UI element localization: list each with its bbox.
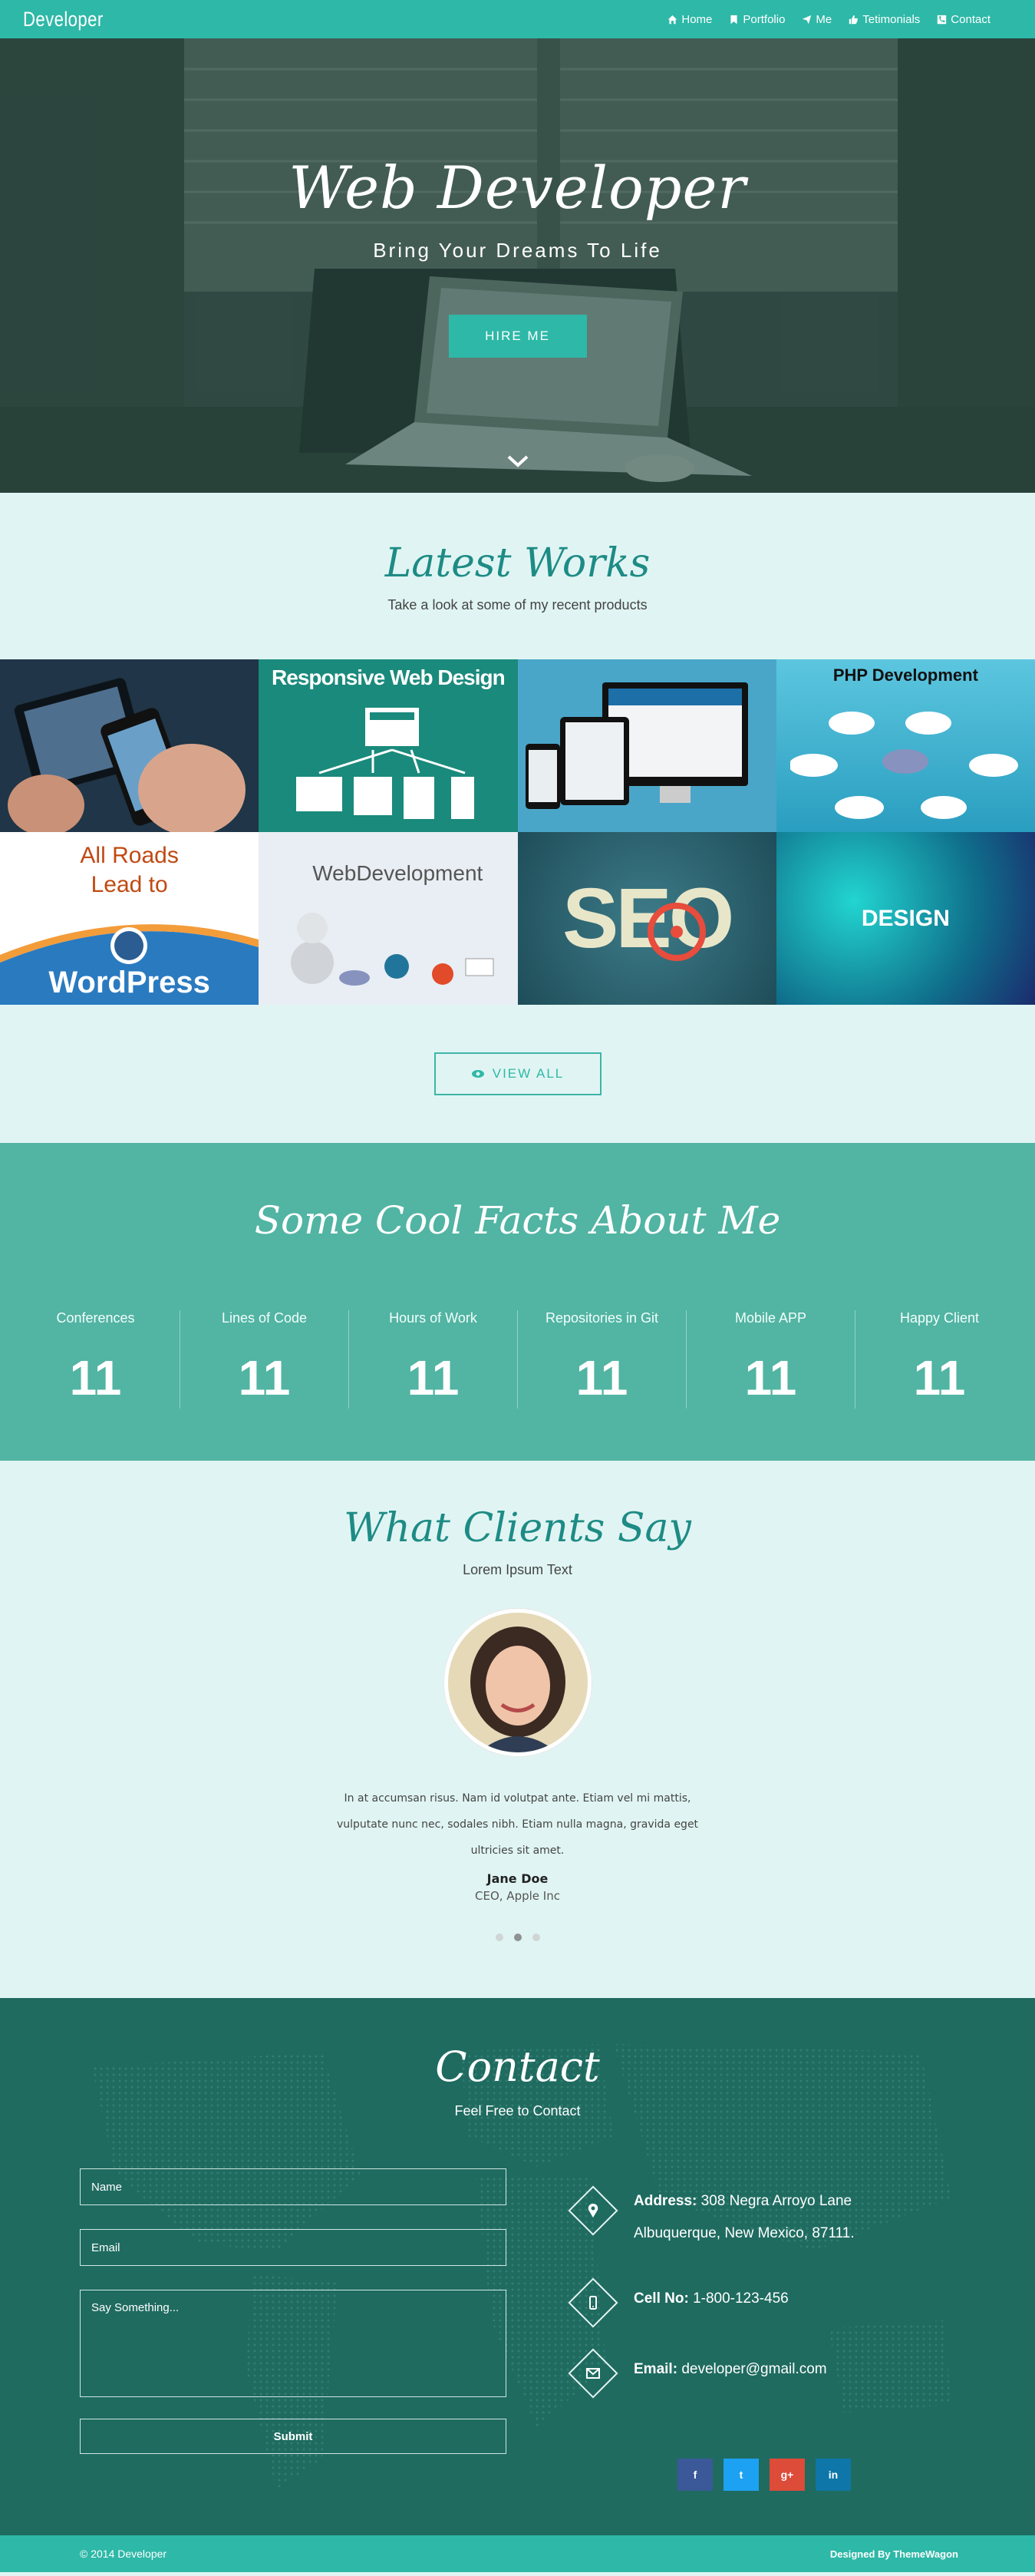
nav-home[interactable]: Home [667, 13, 712, 26]
testimonials-title: What Clients Say [344, 1505, 691, 1551]
message-field[interactable]: Say Something... [80, 2290, 506, 2397]
testimonial-quote: In at accumsan risus. Nam id volutpat an… [336, 1792, 699, 1857]
client-photo [447, 1613, 588, 1752]
navbar: Developer Home Portfolio Me Tetimonials … [0, 0, 1035, 38]
plane-icon [803, 15, 812, 24]
mobile-phone-icon [568, 2277, 618, 2328]
work-tile-devices[interactable] [517, 659, 776, 832]
php-logos-image [790, 711, 1019, 819]
email-text: Email: developer@gmail.com [634, 2361, 827, 2377]
carousel-dot[interactable] [495, 1934, 503, 1941]
work-tile-design[interactable]: DESIGN [776, 832, 1035, 1005]
contact-info: Address: 308 Negra Arroyo Lane Albuquerq… [568, 2185, 951, 2419]
client-role: CEO, Apple Inc [475, 1889, 560, 1903]
hire-me-button[interactable]: HIRE ME [448, 315, 587, 358]
fact-lines-of-code: Lines of Code 11 [180, 1310, 349, 1409]
address-row: Address: 308 Negra Arroyo Lane Albuquerq… [568, 2185, 951, 2250]
hero-title: Web Developer [288, 154, 747, 222]
fact-repositories: Repositories in Git 11 [518, 1310, 687, 1409]
works-title: Latest Works [384, 540, 651, 586]
work-tile-mobile[interactable] [0, 659, 259, 832]
twitter-icon[interactable]: t [724, 2459, 759, 2491]
contact-header: Contact Feel Free to Contact [0, 1998, 1035, 2119]
facts-row: Conferences 11 Lines of Code 11 Hours of… [0, 1310, 1035, 1409]
nav-testimonials[interactable]: Tetimonials [849, 13, 920, 26]
phone-icon [938, 15, 947, 24]
tile-caption-wordpress-2: WordPress [48, 966, 210, 999]
linkedin-icon[interactable]: in [816, 2459, 851, 2491]
address-text: Address: 308 Negra Arroyo Lane Albuquerq… [634, 2193, 855, 2241]
latest-works-section: Latest Works Take a look at some of my r… [0, 493, 1035, 1143]
carousel-dots [0, 1934, 1035, 1941]
map-marker-icon [568, 2185, 618, 2236]
designed-by-link[interactable]: Designed By ThemeWagon [830, 2548, 958, 2560]
carousel-dot[interactable] [532, 1934, 540, 1941]
cell-text: Cell No: 1-800-123-456 [634, 2290, 789, 2307]
email-row: Email: developer@gmail.com [568, 2348, 951, 2399]
work-tile-webdev[interactable]: WebDevelopment [259, 832, 518, 1005]
tile-caption-php: PHP Development [832, 665, 978, 685]
testimonials-subtitle: Lorem Ipsum Text [463, 1562, 572, 1577]
nav-links: Home Portfolio Me Tetimonials Contact [667, 13, 1012, 26]
works-subtitle: Take a look at some of my recent product… [387, 597, 648, 613]
devices-image [517, 659, 776, 832]
hero-subtitle: Bring Your Dreams To Life [373, 239, 662, 262]
webdev-logos-image [291, 913, 494, 986]
fact-conferences: Conferences 11 [12, 1310, 180, 1409]
envelope-icon [568, 2348, 618, 2399]
hero-content: Web Developer Bring Your Dreams To Life … [0, 154, 1035, 358]
nav-contact[interactable]: Contact [937, 13, 991, 26]
contact-title: Contact [435, 2043, 600, 2091]
work-tile-wordpress[interactable]: All Roads Lead to WordPress [0, 832, 259, 1005]
social-links: f t g+ in [677, 2459, 851, 2491]
view-all-button[interactable]: VIEW ALL [433, 1052, 602, 1095]
contact-form: Name Email Say Something... Submit [80, 2168, 506, 2454]
work-tile-php[interactable]: PHP Development [776, 659, 1035, 832]
responsive-layouts-image [295, 707, 474, 819]
contact-section: Contact Feel Free to Contact Name Email … [0, 1998, 1035, 2535]
fact-happy-client: Happy Client 11 [899, 1310, 980, 1405]
footer: © 2014 Developer Designed By ThemeWagon [0, 2535, 1035, 2572]
facts-section: Some Cool Facts About Me Conferences 11 … [0, 1143, 1035, 1461]
facts-title: Some Cool Facts About Me [254, 1198, 781, 1243]
copyright: © 2014 Developer [80, 2548, 167, 2560]
mobile-devices-image [0, 659, 259, 832]
works-grid: Responsive Web Design PHP Development Al… [0, 659, 1035, 1005]
work-tile-responsive[interactable]: Responsive Web Design [259, 659, 518, 832]
bookmark-icon [730, 15, 737, 24]
submit-button[interactable]: Submit [80, 2419, 506, 2454]
hero-section: Web Developer Bring Your Dreams To Life … [0, 38, 1035, 493]
cell-row: Cell No: 1-800-123-456 [568, 2277, 951, 2328]
nav-me[interactable]: Me [802, 13, 832, 26]
client-name: Jane Doe [486, 1871, 549, 1886]
email-field[interactable]: Email [80, 2229, 506, 2266]
facebook-icon[interactable]: f [677, 2459, 713, 2491]
chevron-down-icon[interactable] [506, 454, 529, 468]
view-all-wrap: VIEW ALL [0, 1005, 1035, 1143]
thumbs-up-icon [849, 15, 859, 24]
eye-icon [471, 1070, 484, 1078]
tile-caption-responsive: Responsive Web Design [272, 665, 506, 689]
gear-icon [647, 903, 706, 961]
work-tile-seo[interactable]: SEO [517, 832, 776, 1005]
name-field[interactable]: Name [80, 2168, 506, 2205]
fact-hours-of-work: Hours of Work 11 [349, 1310, 518, 1409]
avatar [443, 1609, 592, 1756]
fact-mobile-app: Mobile APP 11 [687, 1310, 855, 1409]
brand-logo[interactable]: Developer [23, 8, 104, 31]
view-all-label: VIEW ALL [492, 1066, 565, 1081]
testimonials-section: What Clients Say Lorem Ipsum Text In at … [0, 1461, 1035, 1998]
tile-caption-design: DESIGN [861, 905, 950, 931]
nav-portfolio[interactable]: Portfolio [729, 13, 785, 26]
home-icon [668, 15, 677, 24]
carousel-dot-active[interactable] [513, 1934, 522, 1941]
contact-subtitle: Feel Free to Contact [454, 2103, 581, 2119]
google-plus-icon[interactable]: g+ [770, 2459, 805, 2491]
